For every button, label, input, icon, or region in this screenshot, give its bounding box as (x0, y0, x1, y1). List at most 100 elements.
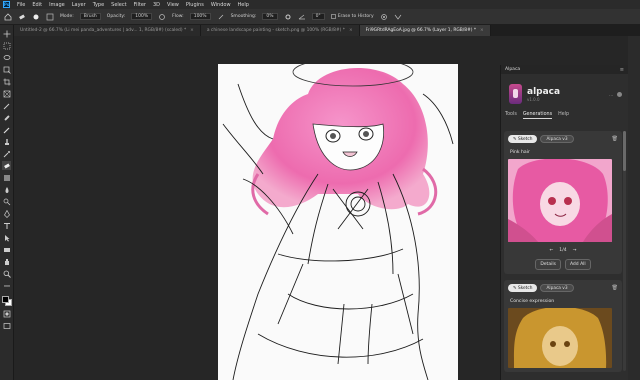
opacity-field[interactable]: 100% (131, 13, 153, 20)
details-button[interactable]: Details (535, 259, 561, 270)
right-dock-strip (628, 36, 640, 380)
flow-field[interactable]: 100% (189, 13, 211, 20)
document-canvas[interactable] (218, 64, 458, 380)
sketch-chip[interactable]: ✎ Sketch (508, 284, 538, 292)
plugin-version: v1.0.0 (527, 96, 540, 102)
sketch-chip[interactable]: ✎ Sketch (508, 135, 538, 143)
model-chip[interactable]: Alpaca v3 (540, 135, 574, 143)
trash-icon[interactable]: 🗑 (612, 136, 618, 142)
scrollbar-thumb[interactable] (623, 131, 626, 171)
erase-history-label: Erase to History (337, 14, 374, 19)
menu-3d[interactable]: 3D (153, 2, 160, 8)
menu-bar: Ps File Edit Image Layer Type Select Fil… (0, 0, 640, 9)
smoothing-field[interactable]: 0% (262, 13, 278, 20)
model-chip[interactable]: Alpaca v3 (540, 284, 574, 292)
clone-stamp-tool-icon[interactable] (2, 137, 11, 146)
history-brush-tool-icon[interactable] (2, 149, 11, 158)
dodge-tool-icon[interactable] (2, 197, 11, 206)
erase-history-checkbox[interactable] (330, 14, 336, 19)
generation-thumbnail[interactable] (508, 159, 612, 242)
plugin-name: alpaca (527, 86, 561, 97)
blur-tool-icon[interactable] (2, 185, 11, 194)
menu-help[interactable]: Help (238, 2, 249, 8)
menu-layer[interactable]: Layer (72, 2, 86, 8)
card-tags: ✎ Sketch Alpaca v3 🗑 (508, 284, 618, 292)
airbrush-icon[interactable] (217, 13, 225, 21)
rectangle-tool-icon[interactable] (2, 245, 11, 254)
close-icon[interactable]: × (190, 28, 194, 33)
tab-generations[interactable]: Generations (522, 112, 553, 119)
hand-tool-icon[interactable] (2, 257, 11, 266)
add-all-button[interactable]: Add All (564, 259, 591, 270)
tab-help[interactable]: Help (558, 112, 569, 119)
marquee-tool-icon[interactable] (2, 41, 11, 50)
menu-filter[interactable]: Filter (134, 2, 146, 8)
menu-file[interactable]: File (17, 2, 25, 8)
options-bar: Mode: Brush Opacity: 100% Flow: 100% Smo… (0, 9, 640, 25)
lasso-tool-icon[interactable] (2, 53, 11, 62)
menu-window[interactable]: Window (211, 2, 231, 8)
prev-arrow-icon[interactable]: ← (549, 248, 553, 253)
smoothing-gear-icon[interactable] (284, 13, 292, 21)
smoothing-value: 0% (266, 14, 274, 19)
gradient-tool-icon[interactable] (2, 173, 11, 182)
home-icon[interactable] (4, 12, 12, 21)
tab-chinese-landscape[interactable]: a chinese landscape painting - sketch.pn… (200, 25, 360, 36)
close-icon[interactable]: × (349, 28, 353, 33)
menu-type[interactable]: Type (93, 2, 104, 8)
sketch-artwork (222, 64, 454, 380)
eraser-tool-icon[interactable] (18, 13, 26, 21)
eraser-tool-icon[interactable] (2, 161, 11, 170)
pressure-opacity-icon[interactable] (158, 13, 166, 21)
eyedropper-tool-icon[interactable] (2, 101, 11, 110)
brush-tool-icon[interactable] (2, 125, 11, 134)
generation-card: ✎ Sketch Alpaca v3 🗑 Pink hair ← 1/4 → D… (504, 131, 622, 274)
pressure-size-icon[interactable] (380, 13, 388, 21)
generation-thumbnail[interactable] (508, 308, 612, 368)
user-avatar-icon[interactable] (617, 91, 622, 97)
quick-mask-icon[interactable] (2, 309, 11, 318)
brush-settings-icon[interactable] (46, 13, 54, 21)
card-actions: Details Add All (508, 259, 618, 270)
menu-image[interactable]: Image (49, 2, 65, 8)
path-selection-tool-icon[interactable] (2, 233, 11, 242)
angle-value: 0° (315, 14, 321, 19)
canvas-area[interactable] (14, 36, 500, 380)
erase-history-toggle[interactable]: Erase to History (330, 14, 374, 19)
plugin-header: alpaca v1.0.0 ... (501, 74, 628, 104)
menu-plugins[interactable]: Plugins (186, 2, 204, 8)
pen-tool-icon[interactable] (2, 209, 11, 218)
crop-tool-icon[interactable] (2, 77, 11, 86)
color-swatches[interactable] (1, 296, 12, 306)
close-icon[interactable]: × (480, 28, 484, 33)
alpaca-plugin-panel: Alpaca ≡ alpaca v1.0.0 ... Tools Generat… (500, 65, 628, 380)
frame-tool-icon[interactable] (2, 89, 11, 98)
zoom-tool-icon[interactable] (2, 269, 11, 278)
next-arrow-icon[interactable]: → (573, 248, 577, 253)
trash-icon[interactable]: 🗑 (612, 285, 618, 291)
menu-edit[interactable]: Edit (32, 2, 42, 8)
generation-card: ✎ Sketch Alpaca v3 🗑 Concise expression (504, 280, 622, 372)
object-selection-tool-icon[interactable] (2, 65, 11, 74)
menu-select[interactable]: Select (111, 2, 126, 8)
healing-brush-tool-icon[interactable] (2, 113, 11, 122)
menu-view[interactable]: View (167, 2, 179, 8)
photoshop-logo-icon[interactable]: Ps (3, 1, 10, 8)
plugin-more-button[interactable]: ... (609, 92, 613, 97)
move-tool-icon[interactable] (2, 29, 11, 38)
tab-active-document[interactable]: Fri9GRtdRAgEoA.jpg @ 66.7% (Layer 1, RGB… (359, 25, 491, 36)
foreground-color-swatch[interactable] (1, 296, 9, 303)
tab-untitled-2[interactable]: Untitled-2 @ 66.7% (Li mei panda_adventu… (14, 25, 201, 36)
pagination: ← 1/4 → (508, 248, 618, 253)
panel-scrollbar[interactable] (623, 131, 626, 371)
screen-mode-icon[interactable] (2, 321, 11, 330)
tab-tools[interactable]: Tools (505, 112, 517, 119)
more-tools-icon[interactable] (2, 281, 11, 290)
symmetry-icon[interactable] (394, 13, 402, 21)
card-tags: ✎ Sketch Alpaca v3 🗑 (508, 135, 618, 143)
type-tool-icon[interactable] (2, 221, 11, 230)
brush-preset-icon[interactable] (32, 13, 40, 21)
mode-select[interactable]: Brush (79, 13, 101, 20)
panel-menu-icon[interactable]: ≡ (620, 67, 624, 73)
angle-field[interactable]: 0° (311, 13, 325, 20)
